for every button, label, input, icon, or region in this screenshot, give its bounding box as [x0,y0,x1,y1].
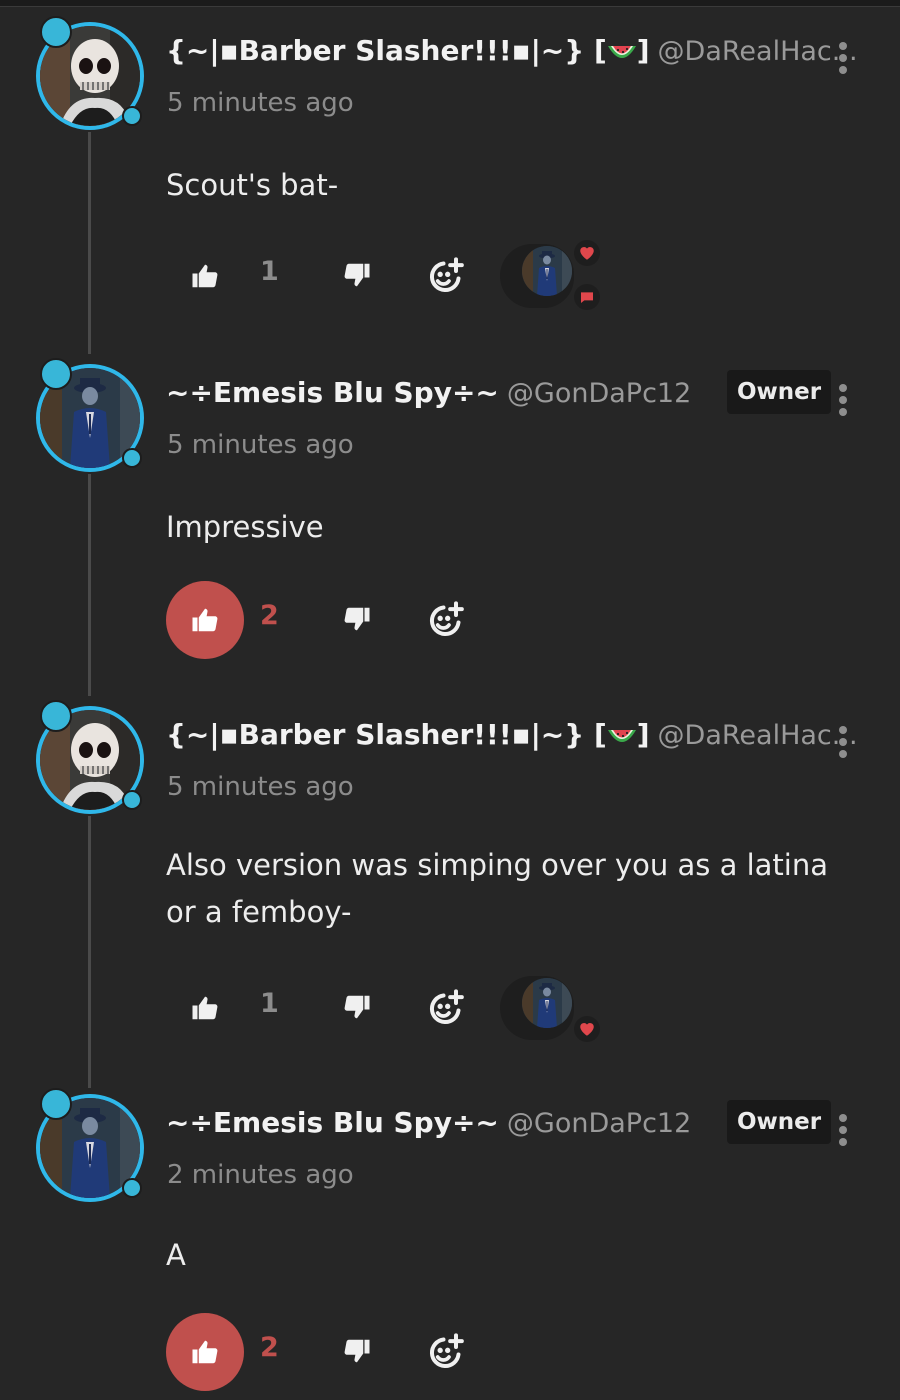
frame-decoration-icon [122,790,142,810]
dislike-button[interactable] [342,1336,376,1370]
owner-badge: Owner [727,1100,832,1144]
reaction-summary[interactable] [500,968,600,1048]
watermelon-icon [607,44,637,62]
avatar[interactable] [36,358,144,472]
user-handle[interactable]: @DaRealHac... [658,720,858,751]
thumbs-down-icon [342,260,372,290]
reactor-avatar [522,978,572,1028]
timestamp: 5 minutes ago [167,772,354,802]
comment-actions: 1 [166,236,866,316]
comment-text-line: Also version was simping over you as a l… [166,848,828,882]
chat-bubble-icon [574,284,600,310]
frame-decoration-icon [122,448,142,468]
like-count: 2 [260,600,279,631]
comment-header: {~|▪Barber Slasher!!!▪|~} [] @DaRealHac..… [166,718,858,751]
frame-decoration-icon [122,106,142,126]
thread-line [88,474,91,696]
like-button[interactable] [166,237,244,315]
like-count: 2 [260,1332,279,1363]
thumbs-up-icon [190,605,220,635]
comment-header: ~÷Emesis Blu Spy÷~ @GonDaPc12 [166,376,691,409]
frame-decoration-icon [122,1178,142,1198]
user-handle[interactable]: @DaRealHac... [658,36,858,67]
watermelon-icon [607,728,637,746]
timestamp: 2 minutes ago [167,1160,354,1190]
add-reaction-button[interactable] [426,1332,466,1372]
avatar[interactable] [36,16,144,130]
comment-header: {~|▪Barber Slasher!!!▪|~} [] @DaRealHac..… [166,34,858,67]
display-name[interactable]: ~÷Emesis Blu Spy÷~ [166,1106,499,1139]
like-count: 1 [260,988,279,1019]
timestamp: 5 minutes ago [167,430,354,460]
comment-header: ~÷Emesis Blu Spy÷~ @GonDaPc12 [166,1106,691,1139]
user-handle[interactable]: @GonDaPc12 [507,378,691,409]
add-reaction-icon [426,256,466,296]
comment-text: A [166,1238,186,1272]
dislike-button[interactable] [342,992,376,1026]
add-reaction-icon [426,600,466,640]
thumbs-up-icon [190,993,220,1023]
thumbs-down-icon [342,604,372,634]
thread-line [88,816,91,1088]
frame-decoration-icon [40,358,72,390]
comment-text: Also version was simping over you as a l… [166,842,846,936]
like-button[interactable] [166,969,244,1047]
comment-text: Scout's bat- [166,168,339,202]
heart-icon [574,1016,600,1042]
top-divider [0,0,900,7]
add-reaction-button[interactable] [426,988,466,1028]
avatar[interactable] [36,1088,144,1202]
comment-text: Impressive [166,510,324,544]
more-options-icon[interactable] [834,42,852,82]
add-reaction-button[interactable] [426,256,466,296]
more-options-icon[interactable] [834,1114,852,1154]
add-reaction-icon [426,1332,466,1372]
like-count: 1 [260,256,279,287]
add-reaction-button[interactable] [426,600,466,640]
comment-actions: 2 [166,1312,866,1392]
comment-actions: 1 [166,968,866,1048]
user-handle[interactable]: @GonDaPc12 [507,1108,691,1139]
add-reaction-icon [426,988,466,1028]
display-name[interactable]: {~|▪Barber Slasher!!!▪|~} [] [166,718,650,751]
display-name[interactable]: ~÷Emesis Blu Spy÷~ [166,376,499,409]
avatar[interactable] [36,700,144,814]
like-button[interactable] [166,581,244,659]
thumbs-down-icon [342,1336,372,1366]
thumbs-up-icon [190,261,220,291]
comment-actions: 2 [166,580,866,660]
dislike-button[interactable] [342,260,376,294]
comment-text-line: or a femboy- [166,895,352,929]
frame-decoration-icon [40,16,72,48]
more-options-icon[interactable] [834,384,852,424]
like-button[interactable] [166,1313,244,1391]
display-name[interactable]: {~|▪Barber Slasher!!!▪|~} [] [166,34,650,67]
thumbs-down-icon [342,992,372,1022]
frame-decoration-icon [40,700,72,732]
timestamp: 5 minutes ago [167,88,354,118]
owner-badge: Owner [727,370,832,414]
more-options-icon[interactable] [834,726,852,766]
reactor-avatar [522,246,572,296]
dislike-button[interactable] [342,604,376,638]
frame-decoration-icon [40,1088,72,1120]
reaction-summary[interactable] [500,236,600,316]
thread-line [88,132,91,354]
thumbs-up-icon [190,1337,220,1367]
heart-icon [574,240,600,266]
